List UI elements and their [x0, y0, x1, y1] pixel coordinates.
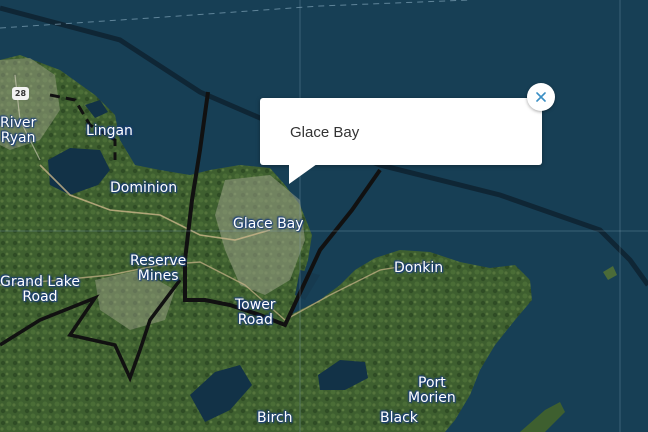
place-label-glace-bay: Glace Bay — [233, 216, 304, 232]
place-label-reserve-mines: Reserve Mines — [130, 253, 187, 284]
place-label-donkin: Donkin — [394, 260, 444, 276]
place-label-black-brook: Black — [380, 410, 418, 426]
popup-tip — [289, 164, 317, 184]
route-shield: 28 — [12, 87, 29, 100]
place-label-lingan: Lingan — [86, 123, 133, 139]
place-label-port-morien: Port Morien — [408, 375, 456, 406]
place-label-grand-lake-road: Grand Lake Road — [0, 274, 80, 305]
place-label-river-ryan: River Ryan — [0, 115, 37, 146]
popup-close-button[interactable] — [527, 83, 555, 111]
place-popup: Glace Bay — [260, 98, 542, 165]
place-label-dominion: Dominion — [110, 180, 178, 196]
satellite-map[interactable] — [0, 0, 648, 432]
place-label-tower-road: Tower Road — [235, 297, 276, 328]
popup-title: Glace Bay — [290, 124, 360, 141]
close-icon — [536, 92, 546, 102]
place-label-birch-grove: Birch — [257, 410, 293, 426]
